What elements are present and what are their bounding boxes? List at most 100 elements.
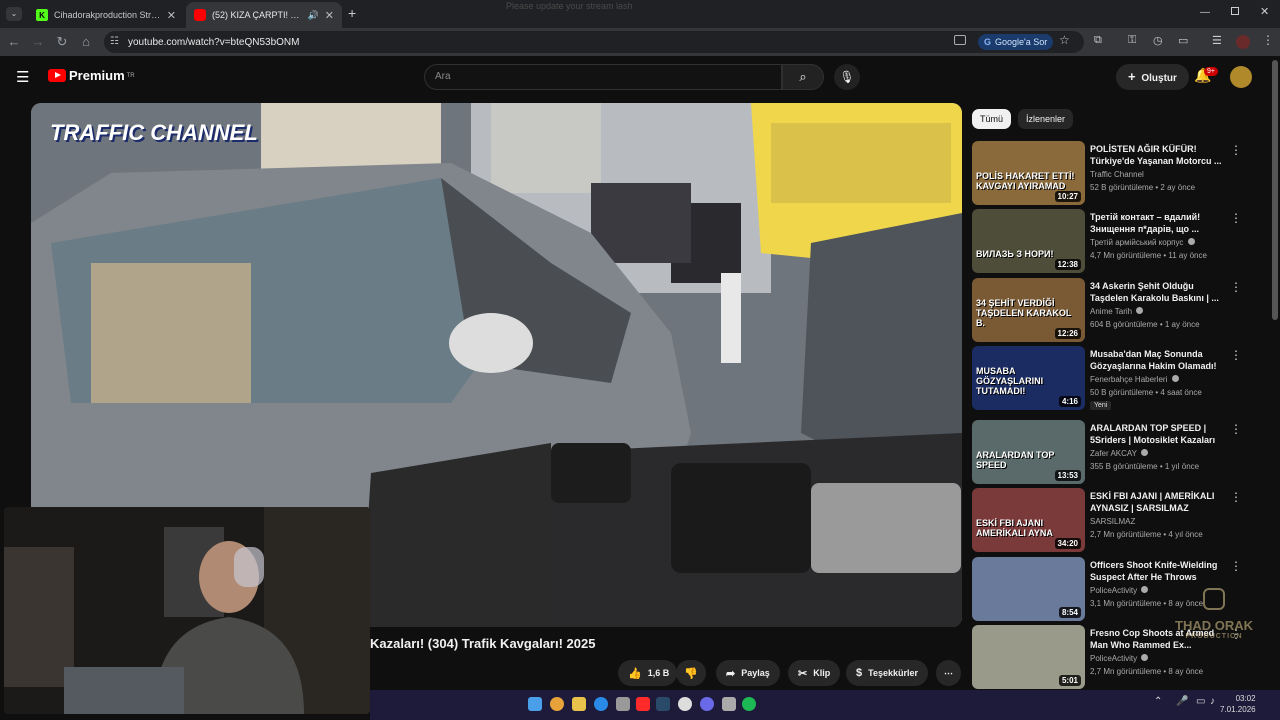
browser-tab-youtube[interactable]: (52) KIZA ÇARPTI! Türkiye'd 🔊 ✕: [186, 2, 342, 28]
logo-country: TR: [126, 72, 135, 79]
tray-volume-icon[interactable]: ♪: [1210, 696, 1215, 707]
recommendation-title[interactable]: POLİSTEN AĞIR KÜFÜR! Türkiye'de Yaşanan …: [1090, 143, 1224, 167]
profile-avatar[interactable]: [1236, 35, 1250, 49]
new-badge: Yeni: [1090, 401, 1112, 410]
more-options-icon[interactable]: ⋮: [1230, 348, 1242, 362]
spotify-taskbar-icon[interactable]: [742, 697, 756, 711]
video-thumbnail[interactable]: 5:01: [972, 625, 1085, 689]
recommendation-channel[interactable]: PoliceActivity: [1090, 586, 1149, 595]
recommendation-channel[interactable]: Anime Tarih: [1090, 307, 1144, 316]
history-icon[interactable]: ◷: [1153, 34, 1163, 47]
window-maximize-button[interactable]: [1231, 7, 1239, 15]
chip-all[interactable]: Tümü: [972, 109, 1012, 129]
hamburger-menu-icon[interactable]: ☰: [16, 68, 29, 86]
video-thumbnail[interactable]: ARALARDAN TOP SPEED 13:53: [972, 420, 1085, 484]
more-options-icon[interactable]: ⋮: [1230, 143, 1242, 157]
dislike-button[interactable]: 👎: [676, 660, 706, 686]
recommendation-title[interactable]: ARALARDAN TOP SPEED | 5Sriders | Motosik…: [1090, 422, 1224, 447]
home-icon[interactable]: ⌂: [78, 34, 94, 49]
close-tab-icon[interactable]: ✕: [325, 9, 334, 22]
address-bar[interactable]: youtube.com/watch?v=bteQN53bONM: [104, 31, 1084, 53]
recommendation-channel[interactable]: PoliceActivity: [1090, 654, 1149, 663]
recommendation-title[interactable]: Третій контакт – вдалий! Знищення п*дарі…: [1090, 211, 1224, 235]
google-ask-button[interactable]: G Google'a Sor: [978, 34, 1054, 50]
recommendation-item[interactable]: MUSABA GÖZYAŞLARINI TUTAMADI! 4:16 Musaba'…: [972, 346, 1272, 410]
channel-name: Anime Tarih: [1090, 307, 1133, 316]
share-button[interactable]: ➦ Paylaş: [716, 660, 780, 686]
more-options-icon[interactable]: ⋮: [1230, 280, 1242, 294]
devices-icon[interactable]: ▭: [1178, 34, 1188, 47]
account-avatar[interactable]: [1230, 66, 1252, 88]
youtube-premium-logo[interactable]: Premium TR: [48, 68, 135, 83]
thanks-button[interactable]: $ Teşekkürler: [846, 660, 928, 686]
voice-search-button[interactable]: 🎙: [834, 64, 860, 90]
cast-icon[interactable]: [954, 35, 966, 45]
video-thumbnail[interactable]: MUSABA GÖZYAŞLARINI TUTAMADI! 4:16: [972, 346, 1085, 410]
search-button[interactable]: ⌕: [782, 64, 824, 90]
recommendation-channel[interactable]: Zafer AKCAY: [1090, 449, 1149, 458]
site-info-icon[interactable]: ☷: [110, 36, 119, 47]
recommendation-channel[interactable]: Traffic Channel: [1090, 170, 1144, 179]
recommendation-title[interactable]: Musaba'dan Maç Sonunda Gözyaşlarına Haki…: [1090, 348, 1224, 373]
tab-list-icon[interactable]: ⌄: [6, 7, 22, 21]
recommendation-channel[interactable]: Третій армійський корпус: [1090, 238, 1195, 247]
recommendation-channel[interactable]: SARSILMAZ: [1090, 517, 1135, 526]
close-tab-icon[interactable]: ✕: [167, 9, 176, 22]
more-actions-button[interactable]: ⋯: [936, 660, 961, 686]
browser-menu-icon[interactable]: ⋮: [1262, 33, 1274, 47]
recommendation-item[interactable]: ВИЛАЗЬ З НОРИ! 12:38 Третій контакт – вдал…: [972, 209, 1272, 273]
recommendation-meta: 4,7 Mn görüntüleme • 11 ay önce: [1090, 251, 1207, 260]
explorer-taskbar-icon[interactable]: [572, 697, 586, 711]
recommendation-title[interactable]: 34 Askerin Şehit Olduğu Taşdelen Karakol…: [1090, 280, 1224, 304]
clip-button[interactable]: ✂ Klip: [788, 660, 841, 686]
channel-name: Fenerbahçe Haberleri: [1090, 375, 1168, 384]
video-thumbnail[interactable]: ESKİ FBI AJANI AMERİKALI AYNA 34:20: [972, 488, 1085, 552]
reading-list-icon[interactable]: ☰: [1212, 34, 1222, 47]
tray-mic-icon[interactable]: 🎤: [1176, 696, 1188, 707]
edge-taskbar-icon[interactable]: [594, 697, 608, 711]
recommendation-item[interactable]: POLİS HAKARET ETTİ! KAVGAYI AYIRAMAD 10:2…: [972, 141, 1272, 205]
recommendation-item[interactable]: 34 ŞEHİT VERDİĞİ TAŞDELEN KARAKOL B. 12:2…: [972, 278, 1272, 342]
more-options-icon[interactable]: ⋮: [1230, 211, 1242, 225]
more-options-icon[interactable]: ⋮: [1230, 422, 1242, 436]
search-input[interactable]: Ara: [424, 64, 782, 90]
browser-tab-kick[interactable]: K Cihadorakproduction Stream - ✕: [28, 2, 184, 28]
discord-taskbar-icon[interactable]: [700, 697, 714, 711]
start-menu-icon[interactable]: [528, 697, 542, 711]
password-key-icon[interactable]: ⚿: [1128, 34, 1136, 47]
extensions-icon[interactable]: ⧉: [1094, 34, 1102, 47]
obs-taskbar-icon[interactable]: [678, 697, 692, 711]
more-options-icon[interactable]: ⋮: [1230, 559, 1242, 573]
create-button[interactable]: + Oluştur: [1116, 64, 1189, 90]
like-button[interactable]: 👍 1,6 B: [618, 660, 678, 686]
recommendation-item[interactable]: ARALARDAN TOP SPEED 13:53 ARALARDAN TOP SP…: [972, 420, 1272, 484]
app2-taskbar-icon[interactable]: [722, 697, 736, 711]
back-icon[interactable]: ←: [6, 34, 22, 49]
watermark-sub: PRODUCTION: [1185, 633, 1243, 640]
more-options-icon[interactable]: ⋮: [1230, 490, 1242, 504]
recommendation-title[interactable]: ESKİ FBI AJANI | AMERİKALI AYNASIZ | SAR…: [1090, 490, 1224, 514]
window-minimize-button[interactable]: —: [1200, 7, 1210, 18]
app-taskbar-icon[interactable]: [616, 697, 630, 711]
new-tab-button[interactable]: +: [348, 5, 356, 21]
steam-taskbar-icon[interactable]: [656, 697, 670, 711]
chip-watched[interactable]: İzlenenler: [1018, 109, 1074, 129]
audio-playing-icon[interactable]: 🔊: [308, 10, 319, 21]
video-thumbnail[interactable]: 8:54: [972, 557, 1085, 621]
chrome-taskbar-icon[interactable]: [550, 697, 564, 711]
recommendation-channel[interactable]: Fenerbahçe Haberleri: [1090, 375, 1179, 384]
recommendation-item[interactable]: ESKİ FBI AJANI AMERİKALI AYNA 34:20 ESKİ F…: [972, 488, 1272, 552]
page-scrollbar[interactable]: [1272, 60, 1278, 320]
youtube-taskbar-icon[interactable]: [636, 697, 650, 711]
recommendation-title[interactable]: Officers Shoot Knife-Wielding Suspect Af…: [1090, 559, 1224, 584]
bookmark-star-icon[interactable]: ☆: [1059, 33, 1070, 47]
tray-display-icon[interactable]: ▭: [1196, 696, 1205, 707]
forward-icon[interactable]: →: [30, 34, 46, 49]
taskbar-clock[interactable]: 03:02 7.01.2026: [1220, 693, 1256, 715]
video-thumbnail[interactable]: ВИЛАЗЬ З НОРИ! 12:38: [972, 209, 1085, 273]
reload-icon[interactable]: ↻: [54, 34, 70, 50]
video-thumbnail[interactable]: 34 ŞEHİT VERDİĞİ TAŞDELEN KARAKOL B. 12:2…: [972, 278, 1085, 342]
window-close-button[interactable]: ✕: [1260, 5, 1269, 18]
video-thumbnail[interactable]: POLİS HAKARET ETTİ! KAVGAYI AYIRAMAD 10:2…: [972, 141, 1085, 205]
tray-chevron-icon[interactable]: ⌃: [1154, 696, 1162, 707]
